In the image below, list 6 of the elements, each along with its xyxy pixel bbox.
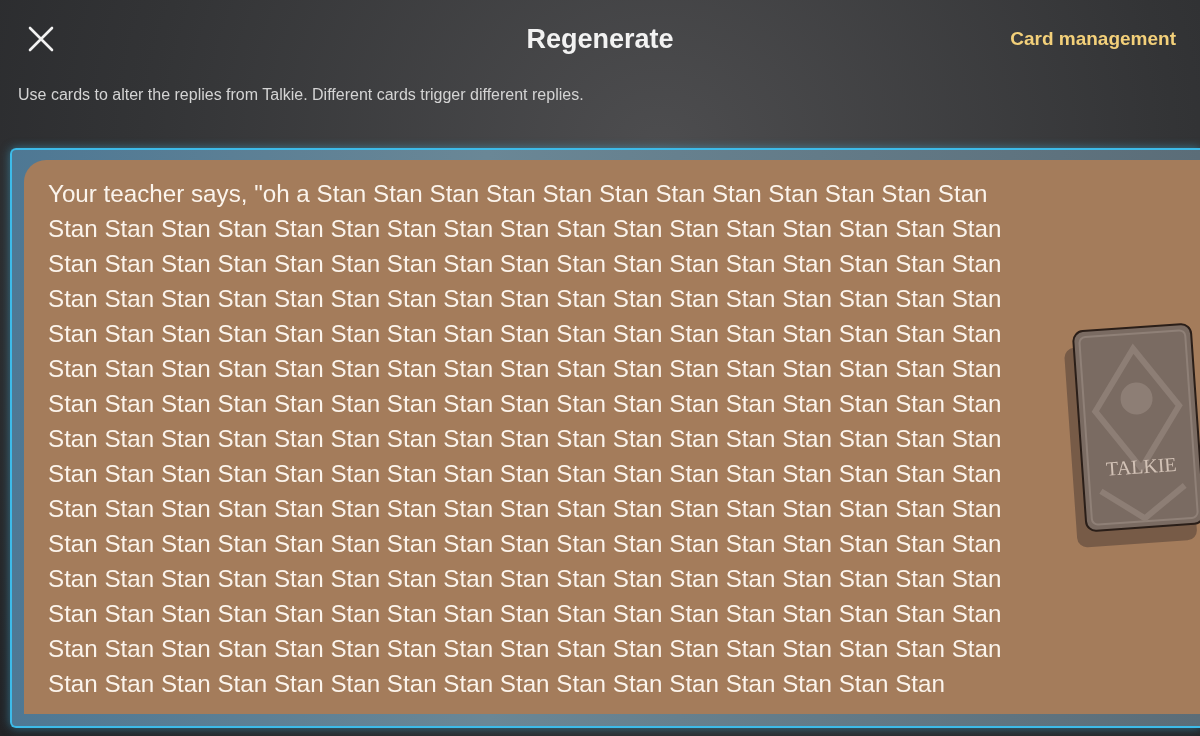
page-title: Regenerate bbox=[526, 23, 674, 55]
reply-text: Your teacher says, "oh a Stan Stan Stan Stan Stan Stan Stan Stan Stan Stan Stan Stan Stan Stan Stan Stan Stan Stan Stan Stan Stan Stan Stan Stan Stan Stan Stan Stan Stan Stan Stan Stan Stan Stan Stan Stan Stan Stan Stan Stan Stan Stan Stan Stan Stan Stan Stan Stan Stan Stan Stan Stan Stan Stan Stan Stan Stan Stan Stan Stan Stan Stan Stan Stan Stan Stan Stan Stan Stan Stan Stan Stan Stan Stan Stan Stan Stan Stan Stan Stan Stan Stan Stan Stan Stan Stan Stan Stan Stan Stan Stan Stan Stan Stan Stan Stan Stan Stan Stan Stan Stan Stan Stan Stan Stan Stan Stan Stan Stan Stan Stan Stan Stan Stan Stan Stan Stan Stan Stan Stan Stan Stan Stan Stan Stan Stan Stan Stan Stan Stan Stan Stan Stan Stan Stan Stan Stan Stan Stan Stan Stan Stan Stan Stan Stan Stan Stan Stan Stan Stan Stan Stan Stan Stan Stan Stan Stan Stan Stan Stan Stan Stan Stan Stan Stan Stan Stan Stan Stan Stan Stan Stan Stan Stan Stan Stan Stan Stan Stan Stan Stan Stan Stan Stan Stan Stan Stan Stan Stan Stan Stan Stan Stan Stan Stan Stan Stan Stan Stan Stan Stan Stan Stan Stan Stan Stan Stan Stan Stan Stan Stan Stan Stan Stan Stan Stan Stan Stan Stan Stan Stan Stan Stan Stan Stan Stan Stan Stan Stan Stan Stan Stan Stan Stan Stan Stan Stan Stan Stan Stan Stan Stan Stan Stan Stan Stan Stan Stan Stan bbox=[48, 179, 1003, 699]
card-logo-text: TALKIE bbox=[1105, 452, 1178, 480]
card-management-link[interactable]: Card management bbox=[1010, 28, 1176, 50]
close-icon bbox=[28, 26, 54, 52]
hint-text: Use cards to alter the replies from Talkie. Different cards trigger different replies. bbox=[17, 85, 585, 105]
